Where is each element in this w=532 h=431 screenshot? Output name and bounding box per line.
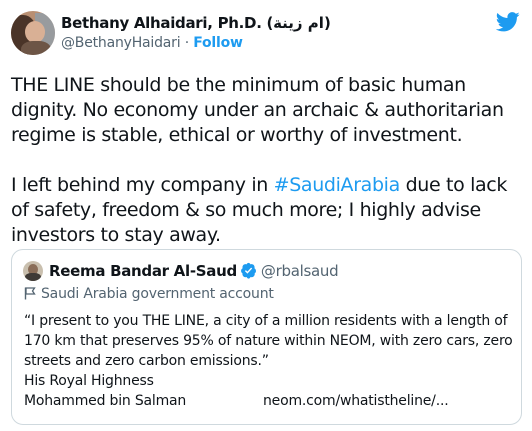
flag-icon (24, 287, 36, 300)
tweet-paragraph-1: THE LINE should be the minimum of basic … (11, 74, 504, 146)
author-avatar[interactable] (11, 11, 55, 55)
twitter-bird-icon[interactable] (496, 12, 520, 32)
quoted-author-name: Reema Bandar Al-Saud (49, 262, 237, 280)
separator-dot: · (180, 35, 194, 51)
quoted-tweet-text: “I present to you THE LINE, a city of a … (24, 313, 513, 369)
quoted-author-handle: @rbalsaud (260, 262, 339, 280)
tweet-text-before-hashtag: I left behind my company in (11, 174, 274, 196)
follow-button[interactable]: Follow (193, 35, 243, 51)
account-label-text: Saudi Arabia government account (41, 286, 274, 302)
tweet-body: THE LINE should be the minimum of basic … (11, 73, 526, 248)
hashtag-link[interactable]: #SaudiArabia (274, 174, 401, 196)
quoted-author-avatar (23, 261, 43, 281)
author-name[interactable]: Bethany Alhaidari, Ph.D. (ام زينة) (61, 14, 331, 32)
quoted-link[interactable]: neom.com/whatistheline/... (263, 391, 449, 411)
government-account-label: Saudi Arabia government account (24, 286, 274, 302)
tweet-header: Bethany Alhaidari, Ph.D. (ام زينة) @Beth… (11, 8, 522, 58)
author-handle[interactable]: @BethanyHaidari (61, 35, 181, 51)
quoted-tweet[interactable]: Reema Bandar Al-Saud @rbalsaud Saudi Arab… (11, 249, 522, 425)
tweet-paragraph-2: I left behind my company in #SaudiArabia… (11, 173, 526, 248)
quoted-tweet-body: “I present to you THE LINE, a city of a … (24, 311, 514, 411)
verified-badge-icon (240, 262, 256, 279)
quoted-signature: His Royal Highness (24, 373, 154, 389)
author-handle-line: @BethanyHaidari · Follow (61, 35, 243, 51)
quoted-signature-name: Mohammed bin Salman (24, 393, 187, 409)
quoted-author-line: Reema Bandar Al-Saud @rbalsaud (49, 262, 339, 280)
